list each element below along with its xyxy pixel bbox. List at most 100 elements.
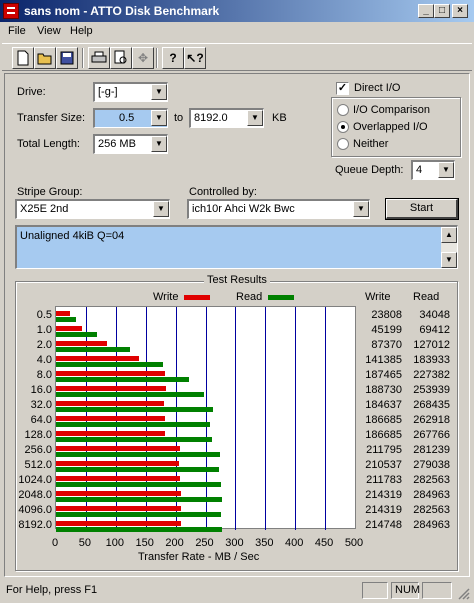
save-icon[interactable] [56,47,78,69]
title-bar[interactable]: sans nom - ATTO Disk Benchmark _ □ × [0,0,474,22]
legend-write-swatch [184,295,210,300]
category-label: 512.0 [24,459,52,471]
read-value: 69412 [419,324,450,336]
chevron-down-icon[interactable]: ▼ [151,110,167,126]
category-label: 16.0 [30,384,52,396]
read-bar [56,377,189,382]
x-tick-label: 350 [255,537,274,549]
stripe-group-value: X25E 2nd [20,203,69,215]
write-bar [56,476,180,481]
read-value: 282563 [413,504,450,516]
radio-neither[interactable] [337,138,349,150]
write-value: 214748 [365,519,402,531]
radio-neither-label: Neither [353,138,389,150]
transfer-from-value: 0.5 [119,112,135,124]
new-icon[interactable] [12,47,34,69]
read-value: 127012 [413,339,450,351]
status-num: NUM [391,582,420,599]
category-label: 4.0 [36,354,52,366]
close-button[interactable]: × [452,4,468,18]
category-label: 32.0 [30,399,52,411]
read-value: 267766 [413,429,450,441]
x-tick-label: 300 [225,537,244,549]
read-bar [56,437,213,442]
category-label: 2.0 [36,339,52,351]
window-title: sans nom - ATTO Disk Benchmark [24,4,220,18]
move-icon[interactable]: ✥ [132,47,154,69]
queue-depth-label: Queue Depth: [335,164,404,176]
status-panel-empty-1 [362,582,388,599]
print-icon[interactable] [88,47,110,69]
read-bar [56,317,76,322]
radio-overlapped-io[interactable] [337,121,349,133]
drive-select[interactable]: [-g-] ▼ [93,82,168,102]
write-bar [56,491,182,496]
category-label: 4096.0 [18,504,52,516]
write-value: 87370 [371,339,402,351]
start-button[interactable]: Start [385,198,459,220]
write-bar [56,461,179,466]
chevron-down-icon[interactable]: ▼ [438,162,454,178]
controlled-by-select[interactable]: ich10r Ahci W2k Bwc ▼ [187,199,370,219]
stripe-group-label: Stripe Group: [17,186,83,198]
column-write-header: Write [365,291,391,303]
category-label: 64.0 [30,414,52,426]
transfer-from-select[interactable]: 0.5 ▼ [93,108,168,128]
stripe-group-select[interactable]: X25E 2nd ▼ [15,199,170,219]
description-textarea[interactable]: Unaligned 4kiB Q=04 ▲ ▼ [15,225,458,269]
total-length-select[interactable]: 256 MB ▼ [93,134,168,154]
transfer-size-label: Transfer Size: [17,112,86,124]
category-label: 128.0 [24,429,52,441]
scroll-down-icon[interactable]: ▼ [441,252,457,268]
write-value: 45199 [371,324,402,336]
chevron-down-icon[interactable]: ▼ [151,136,167,152]
description-scrollbar[interactable]: ▲ ▼ [441,227,457,268]
drive-value: [-g-] [98,86,118,98]
drive-label: Drive: [17,86,46,98]
menu-file[interactable]: File [8,25,26,37]
menu-view[interactable]: View [37,25,61,37]
menu-help[interactable]: Help [70,25,93,37]
transfer-to-select[interactable]: 8192.0 ▼ [189,108,264,128]
maximize-button[interactable]: □ [434,4,450,18]
read-value: 281239 [413,444,450,456]
menu-bar: File View Help [0,23,474,41]
read-value: 253939 [413,384,450,396]
category-label: 1.0 [36,324,52,336]
legend-read-swatch [268,295,294,300]
controlled-by-value: ich10r Ahci W2k Bwc [192,203,295,215]
scroll-up-icon[interactable]: ▲ [441,227,457,243]
write-bar [56,356,139,361]
direct-io-checkbox[interactable]: ✓ [336,82,349,95]
chevron-down-icon[interactable]: ▼ [353,201,369,217]
write-bar [56,401,164,406]
context-help-icon[interactable]: ↖? [184,47,206,69]
app-icon[interactable] [3,3,19,19]
write-value: 141385 [365,354,402,366]
print-preview-icon[interactable] [110,47,132,69]
transfer-to-value: 8192.0 [194,112,228,124]
write-value: 211783 [366,474,402,486]
radio-io-comparison[interactable] [337,104,349,116]
radio-overlapped-io-label: Overlapped I/O [353,121,428,133]
read-bar [56,527,223,532]
chevron-down-icon[interactable]: ▼ [153,201,169,217]
queue-depth-select[interactable]: 4 ▼ [411,160,455,180]
read-value: 262918 [413,414,450,426]
write-bar [56,311,70,316]
resize-grip-icon[interactable] [456,586,470,600]
read-value: 284963 [413,489,450,501]
open-icon[interactable] [34,47,56,69]
toolbar-separator [82,48,84,68]
x-axis-label: Transfer Rate - MB / Sec [138,551,260,563]
total-length-value: 256 MB [98,138,136,150]
chevron-down-icon[interactable]: ▼ [151,84,167,100]
chevron-down-icon[interactable]: ▼ [247,110,263,126]
status-panel-empty-2 [422,582,452,599]
help-icon[interactable]: ? [162,47,184,69]
write-value: 188730 [365,384,402,396]
read-bar [56,332,97,337]
minimize-button[interactable]: _ [418,4,434,18]
status-bar: For Help, press F1 NUM [0,580,474,602]
write-value: 186685 [365,429,402,441]
